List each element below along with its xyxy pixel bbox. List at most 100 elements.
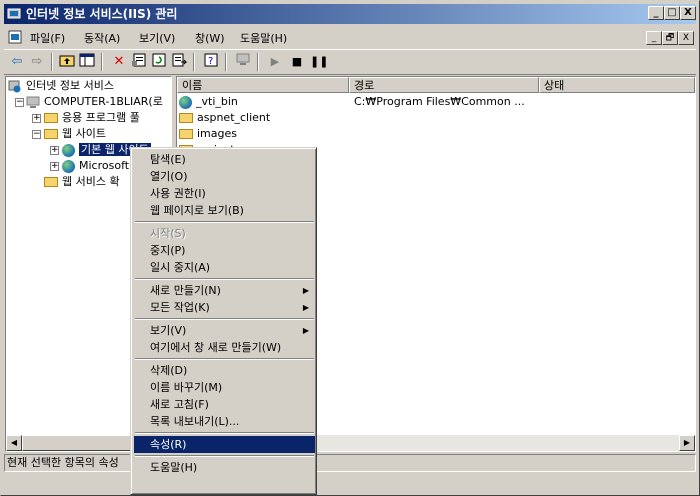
show-hide-tree-icon[interactable] <box>78 53 96 71</box>
context-menu-item-label: 모든 작업(K) <box>150 301 210 314</box>
tree-node-computer[interactable]: COMPUTER-1BLIAR(로 <box>26 94 163 110</box>
menu-window[interactable]: 창(W) <box>195 30 225 46</box>
toolbar: ⇦ ⇨ ✕ ? ▶ ■ ❚❚ <box>4 49 696 75</box>
column-header-status[interactable]: 상태 <box>539 77 695 93</box>
tree-node-microsoft[interactable]: Microsoft <box>62 158 129 174</box>
tree-label-web-service-ext: 웹 서비스 확 <box>62 175 120 188</box>
menu-action[interactable]: 동작(A) <box>84 30 120 46</box>
list-row-name: aspnet_client <box>197 111 271 124</box>
menu-separator <box>135 455 314 457</box>
collapse-icon[interactable]: − <box>32 130 41 139</box>
scroll-left-icon[interactable]: ◀ <box>6 435 22 451</box>
context-menu-item[interactable]: 열기(O) <box>134 168 315 185</box>
title-bar[interactable]: 인터넷 정보 서비스(IIS) 관리 _ □ X <box>4 4 696 24</box>
toolbar-separator <box>257 53 259 71</box>
window-title: 인터넷 정보 서비스(IIS) 관리 <box>26 7 178 21</box>
context-menu-item[interactable]: 웹 페이지로 보기(B) <box>134 202 315 219</box>
list-row[interactable]: images <box>179 126 237 142</box>
forward-icon[interactable]: ⇨ <box>28 53 46 71</box>
delete-icon[interactable]: ✕ <box>110 53 128 71</box>
menu-separator <box>135 318 314 320</box>
context-menu-item-label: 중지(P) <box>150 244 186 257</box>
context-menu-item[interactable]: 속성(R) <box>134 436 315 453</box>
context-menu-item[interactable]: 목록 내보내기(L)... <box>134 413 315 430</box>
mdi-close-button[interactable]: X <box>678 31 694 45</box>
context-menu-item-label: 새로 만들기(N) <box>150 284 221 297</box>
folder-icon <box>44 113 58 123</box>
scroll-thumb[interactable] <box>22 435 132 451</box>
scroll-right-icon[interactable]: ▶ <box>679 435 695 451</box>
export-list-icon[interactable] <box>170 53 188 71</box>
iis-manager-window: 인터넷 정보 서비스(IIS) 관리 _ □ X 파일(F) 동작(A) 보기(… <box>0 0 700 496</box>
tree-label-app-pools: 응용 프로그램 풀 <box>62 111 140 124</box>
folder-icon <box>44 177 58 187</box>
context-menu-item-label: 속성(R) <box>150 438 187 451</box>
website-globe-icon <box>179 95 192 109</box>
context-menu-item[interactable]: 이름 바꾸기(M) <box>134 379 315 396</box>
pause-icon[interactable]: ❚❚ <box>310 53 328 71</box>
list-row-name: images <box>197 127 237 140</box>
tree-node-root[interactable]: 인터넷 정보 서비스 <box>8 78 114 94</box>
tree-label-web-sites: 웹 사이트 <box>62 127 106 140</box>
mdi-minimize-button[interactable]: _ <box>646 31 662 45</box>
menu-separator <box>135 221 314 223</box>
context-menu-item: 시작(S) <box>134 225 315 242</box>
collapse-icon[interactable]: − <box>15 98 24 107</box>
properties-icon[interactable] <box>130 53 148 71</box>
context-menu-item[interactable]: 모든 작업(K) ▶ <box>134 299 315 316</box>
maximize-button[interactable]: □ <box>664 6 680 20</box>
context-menu-item-label: 목록 내보내기(L)... <box>150 415 240 428</box>
close-button[interactable]: X <box>680 6 696 20</box>
context-menu-item-label: 일시 중지(A) <box>150 261 211 274</box>
tree-node-web-sites[interactable]: 웹 사이트 <box>44 126 106 142</box>
menu-help[interactable]: 도움말(H) <box>240 30 287 46</box>
context-menu-item[interactable]: 삭제(D) <box>134 362 315 379</box>
tree-node-web-service-ext[interactable]: 웹 서비스 확 <box>44 174 120 190</box>
context-menu-item[interactable]: 사용 권한(I) <box>134 185 315 202</box>
context-menu-item[interactable]: 새로 고침(F) <box>134 396 315 413</box>
context-menu-item-label: 이름 바꾸기(M) <box>150 381 223 394</box>
expand-icon[interactable]: + <box>32 114 41 123</box>
context-menu-item[interactable]: 새로 만들기(N) ▶ <box>134 282 315 299</box>
menu-file[interactable]: 파일(F) <box>30 30 65 46</box>
status-text: 현재 선택한 항목의 속성 <box>4 454 696 472</box>
list-row[interactable]: aspnet_client <box>179 110 270 126</box>
folder-icon <box>179 129 193 139</box>
context-menu-item[interactable]: 탐색(E) <box>134 151 315 168</box>
expand-icon[interactable]: + <box>50 162 59 171</box>
column-header-name[interactable]: 이름 <box>177 77 349 93</box>
mdi-restore-button[interactable]: 🗗 <box>662 31 678 45</box>
context-menu-item-label: 삭제(D) <box>150 364 188 377</box>
context-menu-item-label: 열기(O) <box>150 170 188 183</box>
column-header-path[interactable]: 경로 <box>349 77 539 93</box>
menu-separator <box>135 278 314 280</box>
menu-separator <box>135 432 314 434</box>
refresh-icon[interactable] <box>150 53 168 71</box>
menu-view[interactable]: 보기(V) <box>139 30 175 46</box>
up-folder-icon[interactable] <box>58 53 76 71</box>
expand-icon[interactable]: + <box>50 146 59 155</box>
menu-separator <box>135 358 314 360</box>
context-menu-item[interactable]: 도움말(H) <box>134 459 315 476</box>
minimize-button[interactable]: _ <box>648 6 664 20</box>
computer-icon[interactable] <box>234 53 252 71</box>
context-menu-item[interactable]: 중지(P) <box>134 242 315 259</box>
stop-icon[interactable]: ■ <box>288 53 306 71</box>
list-row-name: _vti_bin <box>196 95 238 108</box>
context-menu-item-label: 도움말(H) <box>150 461 198 474</box>
mmc-document-icon[interactable] <box>8 30 22 44</box>
context-menu-item[interactable]: 보기(V) ▶ <box>134 322 315 339</box>
help-icon[interactable]: ? <box>202 53 220 71</box>
context-menu-item[interactable]: 일시 중지(A) <box>134 259 315 276</box>
context-menu-item[interactable]: 여기에서 창 새로 만들기(W) <box>134 339 315 356</box>
iis-service-icon <box>8 80 21 92</box>
back-icon[interactable]: ⇦ <box>8 53 26 71</box>
status-bar: 현재 선택한 항목의 속성 <box>4 454 696 472</box>
context-menu-item-label: 여기에서 창 새로 만들기(W) <box>150 341 282 354</box>
iis-app-icon <box>7 8 21 19</box>
menu-bar: 파일(F) 동작(A) 보기(V) 창(W) 도움말(H) _ 🗗 X <box>4 27 696 47</box>
list-row[interactable]: _vti_bin <box>179 94 238 110</box>
context-menu: 탐색(E) 열기(O) 사용 권한(I) 웹 페이지로 보기(B) 시작(S) 중지(P)… <box>130 147 317 495</box>
play-icon[interactable]: ▶ <box>266 53 284 71</box>
tree-node-app-pools[interactable]: 응용 프로그램 풀 <box>44 110 140 126</box>
